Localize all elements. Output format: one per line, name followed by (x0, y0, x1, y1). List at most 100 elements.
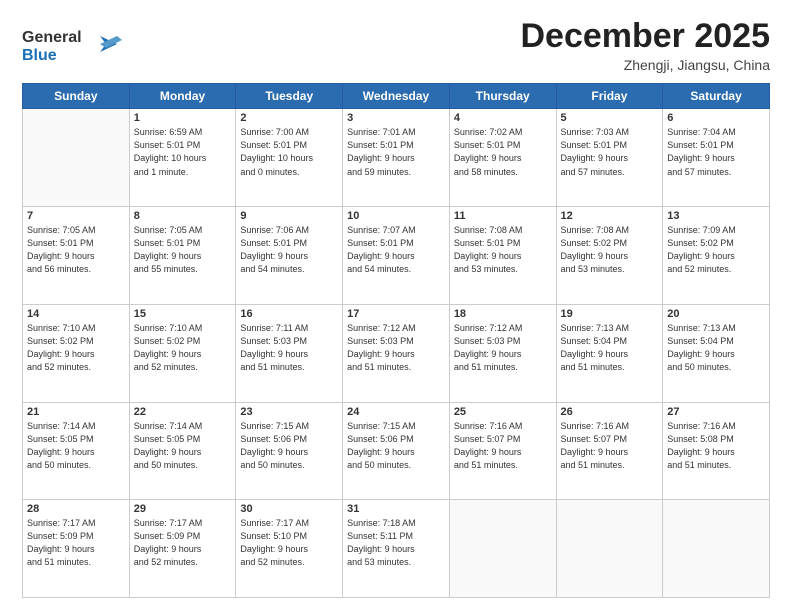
weekday-header: Friday (556, 84, 663, 109)
day-number: 2 (240, 112, 338, 124)
day-info: Sunrise: 6:59 AMSunset: 5:01 PMDaylight:… (134, 126, 232, 178)
calendar-cell: 17 Sunrise: 7:12 AMSunset: 5:03 PMDayligh… (343, 304, 450, 402)
calendar-cell: 7 Sunrise: 7:05 AMSunset: 5:01 PMDaylight… (23, 207, 130, 305)
weekday-header: Monday (129, 84, 236, 109)
day-info: Sunrise: 7:16 AMSunset: 5:08 PMDaylight:… (667, 420, 765, 472)
logo: General Blue (22, 22, 132, 71)
calendar-cell: 1 Sunrise: 6:59 AMSunset: 5:01 PMDaylight… (129, 109, 236, 207)
weekday-header: Tuesday (236, 84, 343, 109)
day-number: 27 (667, 406, 765, 418)
day-number: 30 (240, 503, 338, 515)
day-info: Sunrise: 7:08 AMSunset: 5:01 PMDaylight:… (454, 224, 552, 276)
calendar-cell: 14 Sunrise: 7:10 AMSunset: 5:02 PMDayligh… (23, 304, 130, 402)
calendar-cell: 18 Sunrise: 7:12 AMSunset: 5:03 PMDayligh… (449, 304, 556, 402)
day-number: 16 (240, 308, 338, 320)
day-info: Sunrise: 7:01 AMSunset: 5:01 PMDaylight:… (347, 126, 445, 178)
day-info: Sunrise: 7:12 AMSunset: 5:03 PMDaylight:… (454, 322, 552, 374)
day-number: 18 (454, 308, 552, 320)
day-number: 25 (454, 406, 552, 418)
calendar-cell: 20Sunrise: 7:13 AMSunset: 5:04 PMDayligh… (663, 304, 770, 402)
day-info: Sunrise: 7:03 AMSunset: 5:01 PMDaylight:… (561, 126, 659, 178)
calendar-cell: 23 Sunrise: 7:15 AMSunset: 5:06 PMDayligh… (236, 402, 343, 500)
weekday-header: Saturday (663, 84, 770, 109)
calendar-cell: 30Sunrise: 7:17 AMSunset: 5:10 PMDayligh… (236, 500, 343, 598)
calendar-week-row: 28 Sunrise: 7:17 AMSunset: 5:09 PMDayligh… (23, 500, 770, 598)
day-info: Sunrise: 7:07 AMSunset: 5:01 PMDaylight:… (347, 224, 445, 276)
calendar-cell: 3Sunrise: 7:01 AMSunset: 5:01 PMDaylight… (343, 109, 450, 207)
day-number: 14 (27, 308, 125, 320)
logo-svg: General Blue (22, 22, 132, 66)
day-number: 20 (667, 308, 765, 320)
day-number: 9 (240, 210, 338, 222)
day-number: 1 (134, 112, 232, 124)
day-number: 19 (561, 308, 659, 320)
calendar-week-row: 14 Sunrise: 7:10 AMSunset: 5:02 PMDayligh… (23, 304, 770, 402)
day-number: 23 (240, 406, 338, 418)
calendar-cell: 9Sunrise: 7:06 AMSunset: 5:01 PMDaylight… (236, 207, 343, 305)
svg-text:General: General (22, 29, 82, 46)
page: General Blue December 2025 Zhengji, Jian… (0, 0, 792, 612)
day-number: 4 (454, 112, 552, 124)
day-info: Sunrise: 7:12 AMSunset: 5:03 PMDaylight:… (347, 322, 445, 374)
calendar-cell: 21 Sunrise: 7:14 AMSunset: 5:05 PMDayligh… (23, 402, 130, 500)
calendar-cell: 31 Sunrise: 7:18 AMSunset: 5:11 PMDayligh… (343, 500, 450, 598)
day-number: 15 (134, 308, 232, 320)
weekday-header: Wednesday (343, 84, 450, 109)
day-number: 29 (134, 503, 232, 515)
month-title: December 2025 (520, 18, 770, 55)
day-info: Sunrise: 7:10 AMSunset: 5:02 PMDaylight:… (27, 322, 125, 374)
svg-text:Blue: Blue (22, 47, 57, 64)
calendar-week-row: 21 Sunrise: 7:14 AMSunset: 5:05 PMDayligh… (23, 402, 770, 500)
day-info: Sunrise: 7:10 AMSunset: 5:02 PMDaylight:… (134, 322, 232, 374)
calendar-cell: 6 Sunrise: 7:04 AMSunset: 5:01 PMDaylight… (663, 109, 770, 207)
day-info: Sunrise: 7:05 AMSunset: 5:01 PMDaylight:… (134, 224, 232, 276)
day-info: Sunrise: 7:17 AMSunset: 5:09 PMDaylight:… (134, 517, 232, 569)
day-number: 11 (454, 210, 552, 222)
calendar-cell: 15 Sunrise: 7:10 AMSunset: 5:02 PMDayligh… (129, 304, 236, 402)
day-info: Sunrise: 7:11 AMSunset: 5:03 PMDaylight:… (240, 322, 338, 374)
calendar-cell: 4Sunrise: 7:02 AMSunset: 5:01 PMDaylight… (449, 109, 556, 207)
calendar-cell: 26 Sunrise: 7:16 AMSunset: 5:07 PMDayligh… (556, 402, 663, 500)
location-subtitle: Zhengji, Jiangsu, China (520, 57, 770, 73)
day-info: Sunrise: 7:16 AMSunset: 5:07 PMDaylight:… (561, 420, 659, 472)
day-number: 28 (27, 503, 125, 515)
header: General Blue December 2025 Zhengji, Jian… (22, 18, 770, 73)
day-number: 21 (27, 406, 125, 418)
day-info: Sunrise: 7:05 AMSunset: 5:01 PMDaylight:… (27, 224, 125, 276)
calendar-week-row: 1 Sunrise: 6:59 AMSunset: 5:01 PMDaylight… (23, 109, 770, 207)
day-info: Sunrise: 7:15 AMSunset: 5:06 PMDaylight:… (240, 420, 338, 472)
day-info: Sunrise: 7:14 AMSunset: 5:05 PMDaylight:… (134, 420, 232, 472)
calendar-cell: 24Sunrise: 7:15 AMSunset: 5:06 PMDayligh… (343, 402, 450, 500)
day-number: 17 (347, 308, 445, 320)
day-info: Sunrise: 7:04 AMSunset: 5:01 PMDaylight:… (667, 126, 765, 178)
day-number: 7 (27, 210, 125, 222)
day-info: Sunrise: 7:14 AMSunset: 5:05 PMDaylight:… (27, 420, 125, 472)
calendar-cell: 2 Sunrise: 7:00 AMSunset: 5:01 PMDaylight… (236, 109, 343, 207)
day-info: Sunrise: 7:16 AMSunset: 5:07 PMDaylight:… (454, 420, 552, 472)
calendar-cell (663, 500, 770, 598)
day-number: 31 (347, 503, 445, 515)
calendar-cell: 16 Sunrise: 7:11 AMSunset: 5:03 PMDayligh… (236, 304, 343, 402)
day-info: Sunrise: 7:13 AMSunset: 5:04 PMDaylight:… (561, 322, 659, 374)
day-info: Sunrise: 7:15 AMSunset: 5:06 PMDaylight:… (347, 420, 445, 472)
weekday-header-row: SundayMondayTuesdayWednesdayThursdayFrid… (23, 84, 770, 109)
calendar-cell: 10Sunrise: 7:07 AMSunset: 5:01 PMDayligh… (343, 207, 450, 305)
calendar-cell: 29 Sunrise: 7:17 AMSunset: 5:09 PMDayligh… (129, 500, 236, 598)
logo-text: General Blue (22, 22, 132, 71)
calendar-cell: 28Sunrise: 7:17 AMSunset: 5:09 PMDayligh… (23, 500, 130, 598)
day-info: Sunrise: 7:09 AMSunset: 5:02 PMDaylight:… (667, 224, 765, 276)
calendar-cell (449, 500, 556, 598)
day-number: 6 (667, 112, 765, 124)
calendar-cell: 11 Sunrise: 7:08 AMSunset: 5:01 PMDayligh… (449, 207, 556, 305)
day-info: Sunrise: 7:18 AMSunset: 5:11 PMDaylight:… (347, 517, 445, 569)
day-number: 8 (134, 210, 232, 222)
calendar-cell: 27 Sunrise: 7:16 AMSunset: 5:08 PMDayligh… (663, 402, 770, 500)
weekday-header: Sunday (23, 84, 130, 109)
calendar-week-row: 7 Sunrise: 7:05 AMSunset: 5:01 PMDaylight… (23, 207, 770, 305)
day-number: 26 (561, 406, 659, 418)
title-block: December 2025 Zhengji, Jiangsu, China (520, 18, 770, 73)
weekday-header: Thursday (449, 84, 556, 109)
calendar-cell (23, 109, 130, 207)
day-number: 13 (667, 210, 765, 222)
day-info: Sunrise: 7:00 AMSunset: 5:01 PMDaylight:… (240, 126, 338, 178)
